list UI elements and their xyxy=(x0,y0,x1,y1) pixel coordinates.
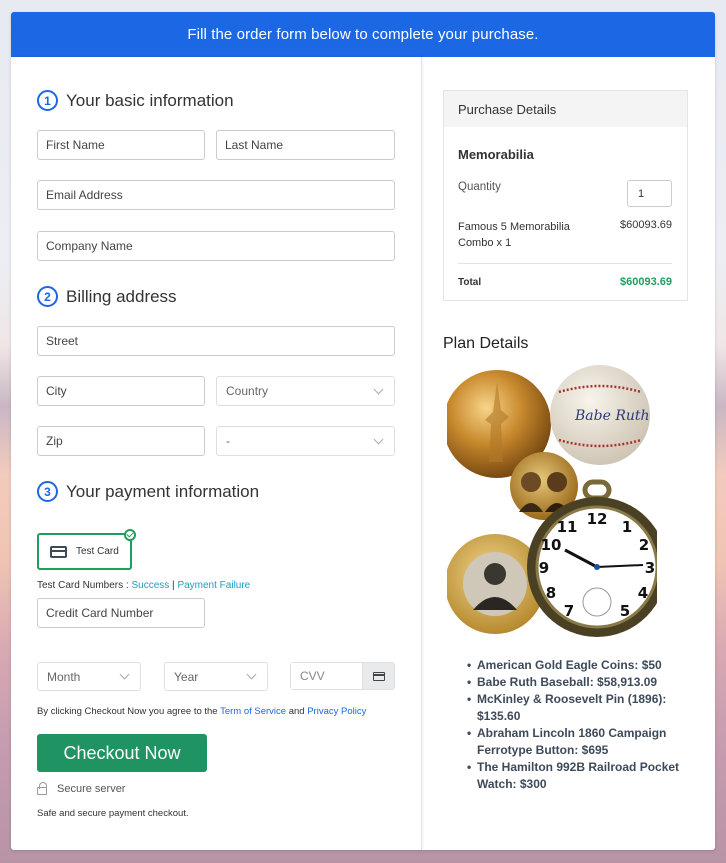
chevron-down-icon xyxy=(373,384,384,394)
step-3-badge: 3 xyxy=(37,481,58,502)
last-name-input[interactable] xyxy=(225,138,394,152)
svg-text:10: 10 xyxy=(541,536,562,554)
svg-text:9: 9 xyxy=(539,559,549,577)
cvv-help-button[interactable] xyxy=(362,663,394,689)
first-name-input[interactable] xyxy=(46,138,204,152)
order-form-card: Fill the order form below to complete yo… xyxy=(11,12,715,850)
memorabilia-collage: Babe Ruth 12 1 2 3 4 5 7 8 9 10 11 xyxy=(443,365,667,637)
first-name-field[interactable] xyxy=(37,130,205,160)
terms-text: By clicking Checkout Now you agree to th… xyxy=(37,706,366,717)
plan-items-list: American Gold Eagle Coins: $50 Babe Ruth… xyxy=(467,657,687,793)
plan-item: The Hamilton 992B Railroad Pocket Watch:… xyxy=(467,759,687,793)
chevron-down-icon xyxy=(119,669,130,680)
section-billing: 2 Billing address xyxy=(37,286,177,307)
chevron-down-icon xyxy=(246,669,257,680)
purchase-details-box: Purchase Details Memorabilia Quantity 1 … xyxy=(443,90,688,301)
lock-icon xyxy=(37,782,47,795)
line-item-name: Famous 5 Memorabilia Combo x 1 xyxy=(458,221,570,249)
card-number-input[interactable] xyxy=(46,606,204,620)
street-input[interactable] xyxy=(46,334,394,348)
terms-and: and xyxy=(286,706,308,717)
quantity-value: 1 xyxy=(638,187,645,200)
cvv-field[interactable] xyxy=(290,662,395,690)
svg-text:1: 1 xyxy=(622,518,632,536)
section-title-basic: Your basic information xyxy=(66,90,234,110)
terms-prefix: By clicking Checkout Now you agree to th… xyxy=(37,706,221,717)
city-input[interactable] xyxy=(46,384,204,398)
total-value: $60093.69 xyxy=(620,276,672,288)
test-card-numbers-label: Test Card Numbers : xyxy=(37,580,132,591)
month-select[interactable]: Month xyxy=(37,662,141,691)
company-input[interactable] xyxy=(46,239,394,253)
street-field[interactable] xyxy=(37,326,395,356)
state-select-value: - xyxy=(226,434,230,448)
selected-check-icon xyxy=(124,529,136,541)
quantity-label: Quantity xyxy=(458,181,501,193)
secure-server: Secure server xyxy=(37,782,126,795)
quantity-input[interactable]: 1 xyxy=(627,180,672,207)
svg-text:Babe Ruth: Babe Ruth xyxy=(574,408,650,424)
company-field[interactable] xyxy=(37,231,395,261)
cvv-input[interactable] xyxy=(291,663,362,689)
zip-field[interactable] xyxy=(37,426,205,456)
test-card-numbers: Test Card Numbers : Success | Payment Fa… xyxy=(37,580,250,591)
form-column: 1 Your basic information 2 Billing addre… xyxy=(11,57,422,850)
header-banner: Fill the order form below to complete yo… xyxy=(11,12,715,57)
section-basic-info: 1 Your basic information xyxy=(37,90,234,111)
svg-text:3: 3 xyxy=(645,559,655,577)
svg-text:12: 12 xyxy=(587,510,608,528)
state-select[interactable]: - xyxy=(216,426,395,456)
plan-item: American Gold Eagle Coins: $50 xyxy=(467,657,687,674)
card-number-field[interactable] xyxy=(37,598,205,628)
checkout-now-button[interactable]: Checkout Now xyxy=(37,734,207,772)
country-select-value: Country xyxy=(226,384,269,398)
zip-input[interactable] xyxy=(46,434,204,448)
country-select[interactable]: Country xyxy=(216,376,395,406)
chevron-down-icon xyxy=(373,434,384,444)
email-field[interactable] xyxy=(37,180,395,210)
success-link[interactable]: Success xyxy=(131,580,169,591)
section-payment: 3 Your payment information xyxy=(37,481,259,502)
terms-of-service-link[interactable]: Term of Service xyxy=(220,706,286,717)
svg-text:7: 7 xyxy=(564,602,574,620)
month-select-value: Month xyxy=(47,669,81,684)
year-select-value: Year xyxy=(174,669,199,684)
section-title-payment: Your payment information xyxy=(66,481,260,501)
divider xyxy=(458,263,672,264)
svg-text:5: 5 xyxy=(620,602,630,620)
svg-text:8: 8 xyxy=(546,584,556,602)
product-name: Memorabilia xyxy=(458,147,534,162)
city-field[interactable] xyxy=(37,376,205,406)
secure-note: Safe and secure payment checkout. xyxy=(37,808,189,819)
credit-card-icon xyxy=(372,671,385,681)
plan-item: McKinley & Roosevelt Pin (1896): $135.60 xyxy=(467,691,687,725)
year-select[interactable]: Year xyxy=(164,662,268,691)
step-1-badge: 1 xyxy=(37,90,58,111)
purchase-details-header: Purchase Details xyxy=(444,91,687,127)
step-2-badge: 2 xyxy=(37,286,58,307)
plan-item: Babe Ruth Baseball: $58,913.09 xyxy=(467,674,687,691)
payment-failure-link[interactable]: Payment Failure xyxy=(177,580,250,591)
email-input[interactable] xyxy=(46,188,394,202)
plan-item: Abraham Lincoln 1860 Campaign Ferrotype … xyxy=(467,725,687,759)
total-label: Total xyxy=(458,277,482,288)
svg-text:4: 4 xyxy=(638,584,648,602)
privacy-policy-link[interactable]: Privacy Policy xyxy=(307,706,366,717)
payment-method-label: Test Card xyxy=(76,546,119,557)
credit-card-icon xyxy=(50,545,67,558)
section-title-billing: Billing address xyxy=(66,286,177,306)
last-name-field[interactable] xyxy=(216,130,395,160)
svg-text:2: 2 xyxy=(639,536,649,554)
payment-method-test-card[interactable]: Test Card xyxy=(37,529,136,570)
plan-details-title: Plan Details xyxy=(443,335,529,352)
svg-text:11: 11 xyxy=(557,518,578,536)
line-item-price: $60093.69 xyxy=(620,219,672,231)
secure-server-label: Secure server xyxy=(57,783,126,795)
summary-column: Purchase Details Memorabilia Quantity 1 … xyxy=(423,57,715,850)
memorabilia-image: Babe Ruth 12 1 2 3 4 5 7 8 9 10 11 xyxy=(443,362,667,652)
